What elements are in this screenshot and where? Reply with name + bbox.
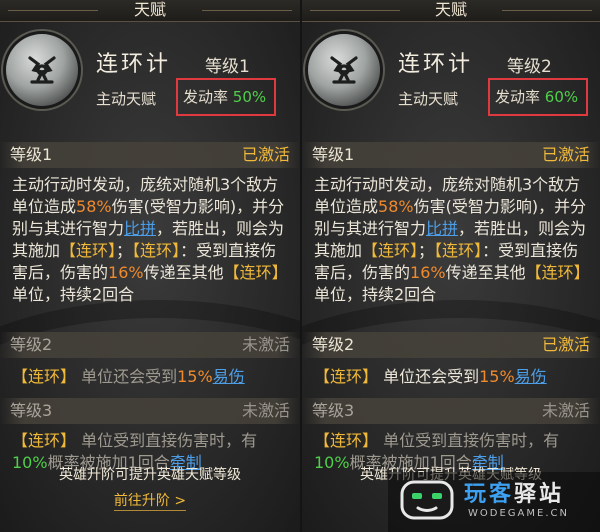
panel-title: 天赋	[0, 0, 300, 22]
desc-segment: 16%	[108, 263, 144, 282]
desc-segment: 【连环】	[60, 241, 117, 260]
trigger-rate-value: 60%	[544, 88, 579, 106]
level-status: 已激活	[241, 145, 290, 164]
level-2-header: 等级2 未激活	[0, 332, 300, 358]
desc-segment: 单位，持续2回合	[314, 285, 437, 304]
go-upgrade-button[interactable]: 前往升阶 >	[0, 490, 300, 511]
desc-segment: 58%	[378, 197, 414, 216]
level-status: 已激活	[541, 335, 590, 354]
skill-level-label: 等级1	[205, 57, 250, 77]
skill-name: 连环计	[96, 52, 172, 77]
desc-segment: 58%	[76, 197, 112, 216]
watermark-title: 玩客驿站	[464, 482, 565, 507]
level-title: 等级1	[312, 145, 355, 164]
level-title: 等级2	[312, 335, 355, 354]
level-status: 未激活	[241, 335, 290, 354]
desc-segment: 15%	[177, 367, 213, 386]
level-1-description: 主动行动时发动，庞统对随机3个敌方单位造成58%伤害(受智力影响)，并分别与其进…	[12, 174, 290, 306]
desc-segment: 15%	[479, 367, 515, 386]
watermark-subtitle: WODEGAME.CN	[468, 508, 569, 519]
skill-level-label: 等级2	[507, 57, 552, 77]
desc-segment: 传递至其他	[445, 263, 526, 282]
desc-segment: 【连环】	[314, 367, 379, 386]
trigger-rate-box: 发动率 50%	[176, 78, 276, 116]
level-2-description: 【连环】 单位还会受到15%易伤	[12, 366, 290, 388]
desc-segment: 单位还会受到	[76, 367, 178, 386]
desc-segment: 【连环】	[12, 367, 77, 386]
skill-type: 主动天赋	[398, 90, 459, 108]
desc-segment: ；	[418, 241, 435, 260]
trigger-rate-value: 50%	[232, 88, 267, 106]
go-upgrade-label[interactable]: 前往升阶 >	[113, 493, 187, 511]
level-status: 未激活	[241, 401, 290, 420]
desc-segment: ；	[116, 241, 133, 260]
keyword-link[interactable]: 比拼	[426, 219, 458, 238]
level-2-header: 等级2 已激活	[302, 332, 600, 358]
desc-segment: 单位受到直接伤害时，有	[378, 431, 560, 450]
talent-emblem-icon	[6, 34, 78, 106]
level-status: 未激活	[541, 401, 590, 420]
panel-title: 天赋	[302, 0, 600, 22]
keyword-link[interactable]: 易伤	[213, 367, 245, 386]
desc-segment: 单位还会受到	[378, 367, 480, 386]
desc-segment: 【连环】	[12, 431, 77, 450]
level-3-header: 等级3 未激活	[0, 398, 300, 424]
level-title: 等级2	[10, 335, 53, 354]
skill-name: 连环计	[398, 52, 474, 77]
desc-segment: 16%	[410, 263, 446, 282]
level-2-description: 【连环】 单位还会受到15%易伤	[314, 366, 590, 388]
desc-segment: 【连环】	[362, 241, 419, 260]
talent-panel-level-1: 天赋 连环计 等级1 主动天赋 发动率 50% 等级1 已激活 主动行动时发动，…	[0, 0, 300, 532]
trigger-rate-label: 发动率	[183, 88, 229, 106]
level-3-header: 等级3 未激活	[302, 398, 600, 424]
site-watermark: 玩客驿站 WODEGAME.CN	[388, 472, 600, 532]
trigger-rate-label: 发动率	[495, 88, 541, 106]
desc-segment: 【连环】	[434, 241, 483, 260]
upgrade-hint: 英雄升阶可提升英雄天赋等级	[59, 467, 241, 483]
desc-segment: 传递至其他	[143, 263, 224, 282]
talent-panel-level-2: 天赋 连环计 等级2 主动天赋 发动率 60% 等级1 已激活 主动行动时发动，…	[302, 0, 600, 532]
desc-segment: 【连环】	[314, 431, 379, 450]
level-title: 等级3	[312, 401, 355, 420]
level-1-header: 等级1 已激活	[302, 142, 600, 168]
skill-type: 主动天赋	[96, 90, 157, 108]
desc-segment: 单位，持续2回合	[12, 285, 135, 304]
desc-segment: 【连环】	[525, 263, 590, 282]
level-1-header: 等级1 已激活	[0, 142, 300, 168]
level-1-description: 主动行动时发动，庞统对随机3个敌方单位造成58%伤害(受智力影响)，并分别与其进…	[314, 174, 590, 306]
level-title: 等级1	[10, 145, 53, 164]
watermark-robot-icon	[400, 480, 454, 520]
keyword-link[interactable]: 易伤	[515, 367, 547, 386]
desc-segment: 【连环】	[132, 241, 181, 260]
keyword-link[interactable]: 比拼	[124, 219, 156, 238]
trigger-rate-box: 发动率 60%	[488, 78, 588, 116]
desc-segment: 【连环】	[223, 263, 288, 282]
desc-segment: 单位受到直接伤害时，有	[76, 431, 258, 450]
talent-emblem-icon	[308, 34, 380, 106]
level-title: 等级3	[10, 401, 53, 420]
level-status: 已激活	[541, 145, 590, 164]
